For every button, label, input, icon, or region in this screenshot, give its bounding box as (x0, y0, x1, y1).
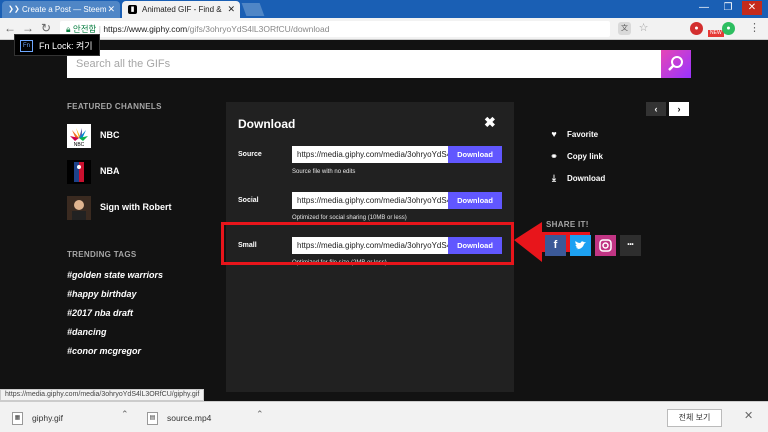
instagram-icon[interactable] (595, 235, 616, 256)
fn-lock-label: Fn Lock: 켜기 (39, 41, 93, 51)
giphy-page: Search all the GIFs FEATURED CHANNELS NB… (0, 40, 768, 392)
action-label: Download (567, 174, 606, 183)
channel-nbc[interactable]: NBC NBC (67, 124, 207, 148)
favorite-action[interactable]: ♥ Favorite (548, 129, 598, 139)
download-filename: giphy.gif (32, 413, 64, 423)
channel-name: NBA (100, 166, 120, 176)
download-filename: source.mp4 (167, 413, 212, 423)
social-download-button[interactable]: Download (448, 192, 502, 209)
tab-close-icon[interactable]: ✕ (227, 1, 235, 18)
tab-close-icon[interactable]: ✕ (107, 1, 115, 18)
close-icon[interactable]: ✕ (744, 409, 753, 422)
download-icon: ⤓ (552, 173, 556, 183)
url-path: /gifs/3ohryoYdS4lL3ORfCU/download (187, 24, 330, 34)
social-note: Optimized for social sharing (10MB or le… (292, 215, 407, 221)
source-download-button[interactable]: Download (448, 146, 502, 163)
reload-icon[interactable]: ↻ (39, 21, 53, 35)
chevron-up-icon[interactable]: ⌃ (121, 409, 129, 420)
giphy-favicon-icon: ▮ (128, 5, 137, 14)
browser-toolbar: ← → ↻ 🔒︎ 안전함 | https://www.giphy.com/gif… (0, 18, 768, 40)
next-arrow-icon[interactable]: › (669, 102, 689, 116)
copy-link-action[interactable]: ⚭ Copy link (548, 151, 603, 162)
status-url: https://media.giphy.com/media/3ohryoYdS4… (0, 389, 205, 401)
download-item-mp4[interactable]: ▤ source.mp4 (147, 410, 211, 426)
trending-tags-title: TRENDING TAGS (67, 250, 137, 259)
avatar-icon (67, 196, 91, 220)
twitter-icon[interactable] (570, 235, 591, 256)
back-arrow-icon[interactable]: ← (3, 21, 17, 35)
gif-file-icon: ▦ (12, 412, 23, 425)
secure-label: 안전함 (72, 24, 97, 34)
heart-icon: ♥ (551, 129, 557, 139)
close-icon[interactable]: ✖ (484, 114, 496, 131)
show-all-button[interactable]: 전체 보기 (667, 409, 722, 427)
new-badge: NEW (708, 30, 724, 37)
social-url-field[interactable]: https://media.giphy.com/media/3ohryoYdS4… (292, 192, 448, 209)
address-bar[interactable]: 🔒︎ 안전함 | https://www.giphy.com/gifs/3ohr… (60, 21, 610, 37)
channel-name: NBC (100, 130, 120, 140)
fn-key-icon: Fn (20, 40, 33, 52)
steemit-favicon-icon: ❯❯ (8, 6, 20, 13)
more-icon[interactable]: ••• (620, 235, 641, 256)
mp4-file-icon: ▤ (147, 412, 158, 425)
nba-logo-icon (67, 160, 91, 184)
trending-tag[interactable]: #dancing (67, 327, 107, 337)
tab-title: Animated GIF - Find & (142, 5, 222, 14)
source-url-field[interactable]: https://media.giphy.com/media/3ohryoYdS4… (292, 146, 448, 163)
download-item-gif[interactable]: ▦ giphy.gif (12, 410, 63, 426)
search-icon (668, 56, 683, 71)
close-window-button[interactable]: ✕ (742, 1, 762, 15)
download-action[interactable]: ⤓ Download (548, 173, 605, 184)
channel-sign-with-robert[interactable]: Sign with Robert (67, 196, 207, 220)
annotation-highlight-box (221, 222, 514, 265)
ext-badge-icon[interactable]: ● (690, 22, 703, 35)
lock-icon: 🔒︎ (66, 24, 71, 34)
trending-tag[interactable]: #golden state warriors (67, 270, 163, 280)
fn-lock-overlay: Fn Fn Lock: 켜기 (14, 34, 100, 56)
search-button[interactable] (661, 50, 691, 78)
browser-tab-strip: ❯❯ Create a Post — Steem ✕ ▮ Animated GI… (0, 0, 768, 18)
minimize-button[interactable]: — (694, 1, 714, 15)
action-label: Copy link (567, 152, 604, 161)
chevron-up-icon[interactable]: ⌃ (256, 409, 264, 420)
source-note: Source file with no edits (292, 169, 356, 175)
channel-nba[interactable]: NBA (67, 160, 207, 184)
channel-name: Sign with Robert (100, 202, 172, 212)
new-tab-button[interactable] (241, 3, 265, 16)
menu-dots-icon[interactable]: ⋮ (748, 22, 761, 35)
share-title: SHARE IT! (546, 220, 589, 229)
url-host: https://www.giphy.com (103, 24, 188, 34)
social-label: Social (238, 197, 259, 204)
link-icon: ⚭ (550, 151, 558, 161)
facebook-icon[interactable]: f (545, 235, 566, 256)
tab-animated-gif[interactable]: ▮ Animated GIF - Find & ✕ (122, 1, 240, 18)
tab-create-post[interactable]: ❯❯ Create a Post — Steem ✕ (2, 1, 120, 18)
source-label: Source (238, 151, 262, 158)
trending-tag[interactable]: #happy birthday (67, 289, 137, 299)
nbc-logo-icon: NBC (67, 124, 91, 148)
svg-text:NBC: NBC (74, 142, 85, 148)
trending-tag[interactable]: #conor mcgregor (67, 346, 141, 356)
downloads-bar: ▦ giphy.gif ⌃ ▤ source.mp4 ⌃ 전체 보기 ✕ (0, 401, 768, 432)
action-label: Favorite (567, 130, 599, 139)
tab-title: Create a Post — Steem (22, 5, 107, 14)
search-input[interactable]: Search all the GIFs (67, 50, 661, 78)
forward-arrow-icon[interactable]: → (21, 21, 35, 35)
prev-arrow-icon[interactable]: ‹ (646, 102, 666, 116)
star-icon[interactable]: ☆ (637, 22, 650, 35)
trending-tag[interactable]: #2017 nba draft (67, 308, 133, 318)
translate-icon[interactable]: 文 (618, 22, 631, 35)
maximize-button[interactable]: ❐ (718, 1, 738, 15)
ext-evernote-icon[interactable]: ● (722, 22, 735, 35)
modal-title: Download (238, 117, 296, 131)
featured-channels-title: FEATURED CHANNELS (67, 102, 162, 111)
